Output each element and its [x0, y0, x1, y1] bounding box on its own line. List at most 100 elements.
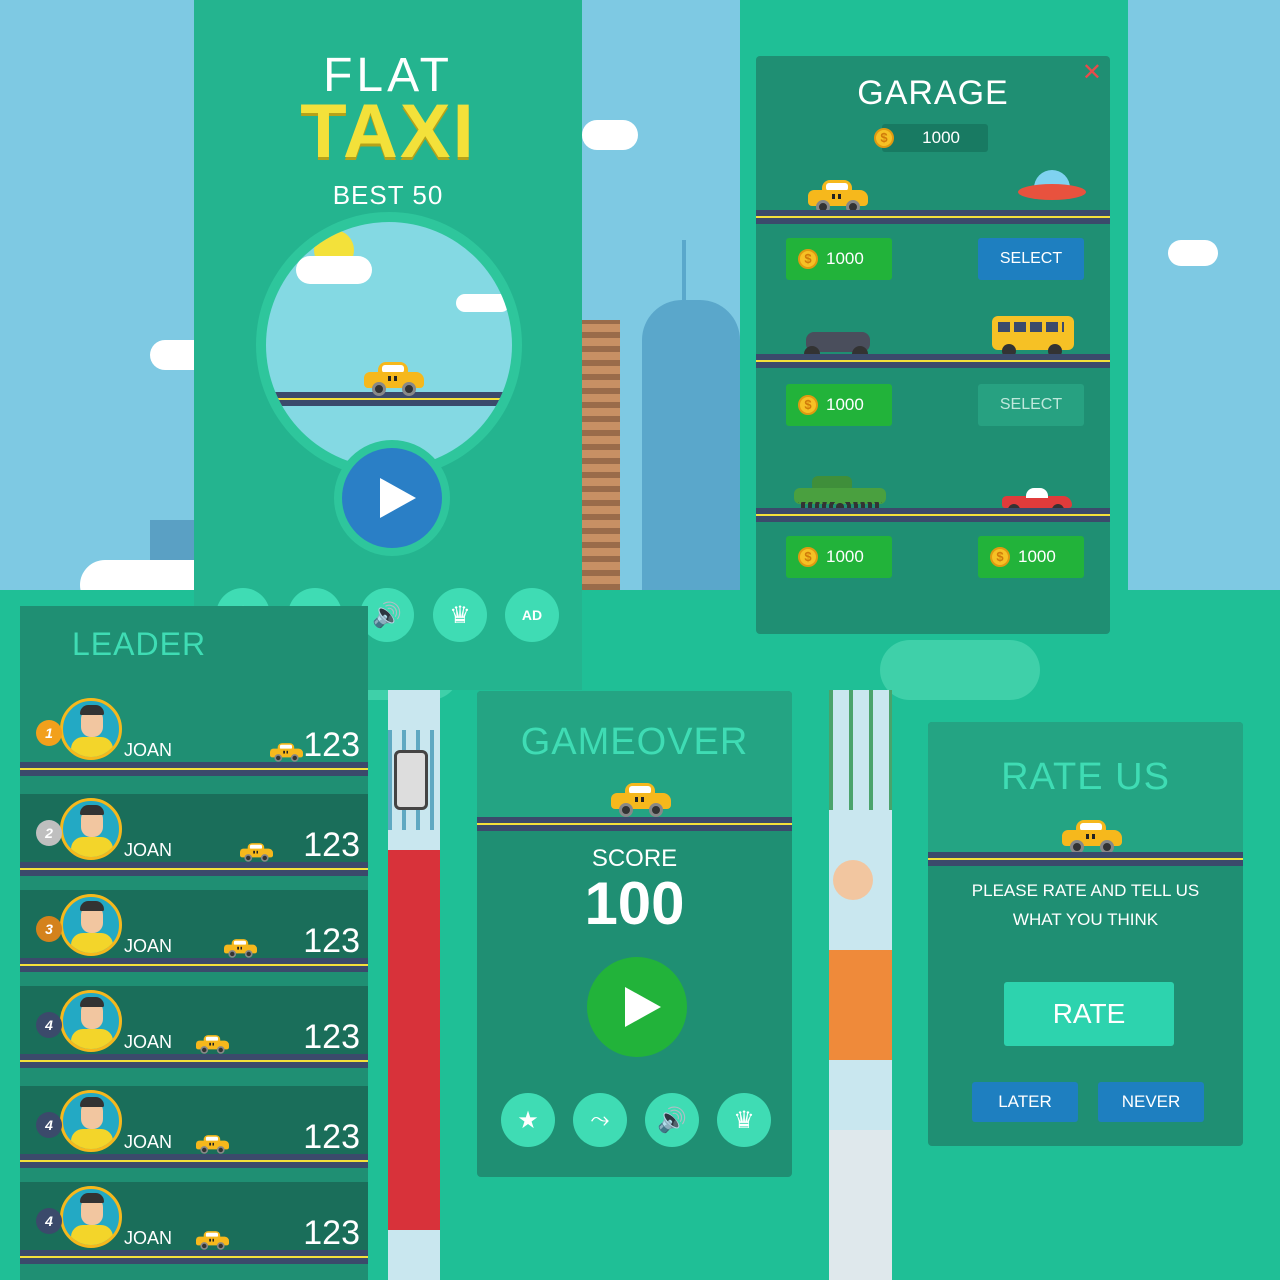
buy-button[interactable]: $ 1000: [786, 238, 892, 280]
taxi-icon: [1062, 818, 1122, 854]
leaderboard-panel: LEADER 1 JOAN 123 2 JOAN 123 3 JOAN 1 2 3 …: [20, 606, 368, 1280]
close-icon[interactable]: ✕: [1082, 58, 1102, 87]
cloud-decoration: [880, 640, 1040, 700]
taxi-icon: [611, 781, 671, 817]
road: [20, 862, 368, 876]
player-name: JOAN: [124, 740, 173, 760]
play-ring: [334, 440, 450, 556]
leaderboard-row: 4 JOAN 123: [20, 986, 368, 1068]
rate-us-panel: RATE US PLEASE RATE AND TELL US WHAT YOU…: [928, 722, 1243, 1146]
garage-shelf: [756, 210, 1110, 224]
avatar: [60, 1186, 122, 1248]
taxi-icon: [224, 938, 257, 958]
leaderboard-row: 3 JOAN 123: [20, 890, 368, 972]
cloud-decoration: [296, 256, 372, 284]
sky-background-left: [0, 0, 194, 590]
rank-badge: 4: [36, 1012, 62, 1038]
gameover-title: GAMEOVER: [520, 721, 749, 763]
sky-background-right: [1128, 0, 1280, 590]
title-taxi: TAXI: [300, 89, 476, 174]
road: [477, 817, 792, 831]
preview-circle: [256, 212, 522, 478]
later-button[interactable]: LATER: [972, 1082, 1078, 1122]
taxi-car-icon: [808, 178, 868, 214]
coin-icon: $: [990, 547, 1010, 567]
no-ads-icon[interactable]: AD: [505, 588, 559, 642]
select-button[interactable]: SELECT: [978, 238, 1084, 280]
rate-button[interactable]: RATE: [1004, 982, 1174, 1046]
crown-icon[interactable]: ♛: [433, 588, 487, 642]
garage-panel: GARAGE ✕ $ 1000 $ 1000 SELECT $ 1000 SEL…: [756, 56, 1110, 634]
player-score: 123: [303, 1214, 360, 1252]
gameover-panel: GAMEOVER SCORE 100 ★ ⤳ 🔊 ♛: [477, 691, 792, 1177]
buy-price: 1000: [826, 395, 864, 414]
replay-button[interactable]: [587, 957, 687, 1057]
avatar: [60, 990, 122, 1052]
taxi-icon: [196, 1134, 229, 1154]
photo-strip-left: [388, 690, 440, 1280]
crown-icon[interactable]: ♛: [717, 1093, 771, 1147]
rank-badge: 1: [36, 720, 62, 746]
player-name: JOAN: [124, 1132, 173, 1152]
never-button[interactable]: NEVER: [1098, 1082, 1204, 1122]
best-score: BEST 50: [194, 180, 582, 211]
play-button[interactable]: [342, 448, 442, 548]
player-score: 123: [303, 1018, 360, 1056]
player-name: JOAN: [124, 936, 173, 956]
cloud-decoration: [456, 294, 510, 312]
leaderboard-row: 1 JOAN 123: [20, 694, 368, 776]
road: [20, 762, 368, 776]
buy-price: 1000: [826, 547, 864, 566]
taxi-icon: [270, 742, 303, 762]
player-score: 123: [303, 1118, 360, 1156]
leaderboard-row: 2 JOAN 123: [20, 794, 368, 876]
best-value: 50: [412, 180, 444, 210]
player-score: 123: [303, 826, 360, 864]
avatar: [60, 798, 122, 860]
score-value: 100: [584, 870, 685, 937]
main-menu-panel: FLAT TAXI BEST 50 ★ ⤳ 🔊 ♛ AD: [194, 0, 582, 690]
rate-us-title: RATE US: [1001, 756, 1170, 798]
taxi-icon: [364, 360, 424, 396]
avatar: [60, 1090, 122, 1152]
ufo-icon: [1018, 170, 1086, 204]
rate-us-message-line: PLEASE RATE AND TELL US: [971, 881, 1200, 900]
road: [928, 852, 1243, 866]
road: [20, 958, 368, 972]
leaderboard-row: 4 JOAN 123: [20, 1086, 368, 1168]
road: [20, 1054, 368, 1068]
player-name: JOAN: [124, 840, 173, 860]
buy-price: 1000: [826, 249, 864, 268]
leaderboard-title: LEADER: [72, 626, 207, 662]
buy-button[interactable]: $ 1000: [978, 536, 1084, 578]
garage-shelf: [756, 354, 1110, 368]
buy-button[interactable]: $ 1000: [786, 536, 892, 578]
sound-icon[interactable]: 🔊: [360, 588, 414, 642]
road: [266, 392, 512, 406]
coin-icon: $: [798, 547, 818, 567]
leaderboard-row: 4 JOAN 123: [20, 1182, 368, 1264]
coin-icon: $: [798, 395, 818, 415]
taxi-icon: [240, 842, 273, 862]
player-name: JOAN: [124, 1228, 173, 1248]
sound-icon[interactable]: 🔊: [645, 1093, 699, 1147]
rank-badge: 3: [36, 916, 62, 942]
best-label: BEST: [332, 180, 405, 210]
select-button-disabled[interactable]: SELECT: [978, 384, 1084, 426]
share-icon[interactable]: ⤳: [573, 1093, 627, 1147]
buy-button[interactable]: $ 1000: [786, 384, 892, 426]
taxi-icon: [196, 1230, 229, 1250]
star-icon[interactable]: ★: [501, 1093, 555, 1147]
coin-balance-value: 1000: [922, 128, 960, 147]
rank-badge: 4: [36, 1208, 62, 1234]
garage-shelf: [756, 508, 1110, 522]
rank-badge: 2: [36, 820, 62, 846]
player-name: JOAN: [124, 1032, 173, 1052]
player-score: 123: [303, 922, 360, 960]
garage-title: GARAGE: [857, 74, 1009, 112]
coin-icon: $: [798, 249, 818, 269]
sky-background-center: [582, 0, 740, 590]
avatar: [60, 894, 122, 956]
coin-icon: $: [874, 128, 894, 148]
avatar: [60, 698, 122, 760]
